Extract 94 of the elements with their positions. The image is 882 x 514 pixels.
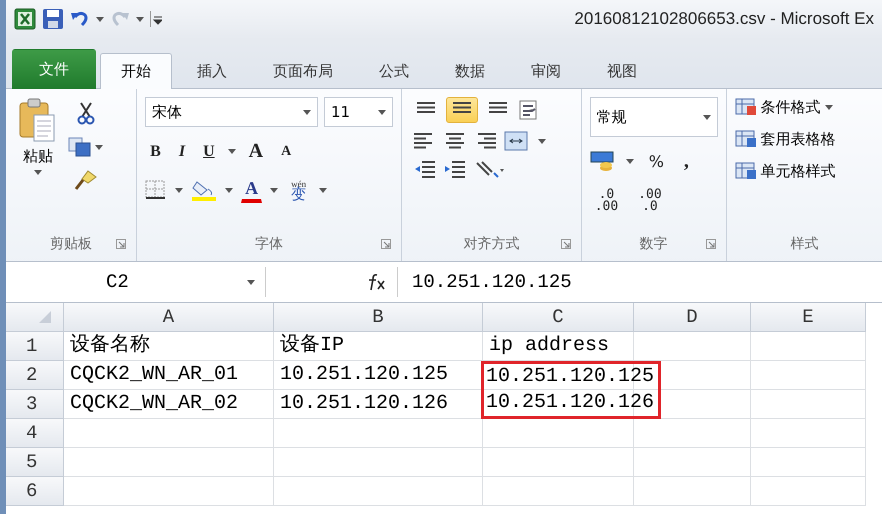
column-header[interactable]: D bbox=[634, 303, 751, 332]
currency-icon[interactable] bbox=[590, 150, 616, 174]
cell-text: 设备IP bbox=[279, 333, 346, 359]
dropdown-caret-icon bbox=[225, 188, 234, 192]
group-label: 字体 bbox=[255, 235, 284, 253]
decrease-indent-icon[interactable] bbox=[414, 159, 436, 179]
dropdown-caret-icon bbox=[228, 149, 236, 154]
styles-menu-item[interactable]: 套用表格格 bbox=[734, 129, 874, 149]
scissors-icon[interactable] bbox=[76, 101, 94, 125]
underline-button[interactable]: U bbox=[198, 140, 220, 164]
cell-text: 10.251.120.125 bbox=[279, 362, 450, 388]
styles-menu-item[interactable]: 单元格样式 bbox=[734, 161, 874, 181]
row-header[interactable]: 2 bbox=[6, 361, 64, 390]
increase-decimal-button[interactable]: .0 .00 bbox=[590, 186, 624, 216]
cell-text: ip address bbox=[488, 333, 610, 359]
table-style-icon bbox=[734, 161, 757, 181]
dropdown-caret-icon bbox=[136, 16, 144, 22]
cell-text: CQCK2_WN_AR_01 bbox=[69, 362, 240, 388]
font-color-button[interactable]: A bbox=[241, 177, 262, 203]
dialog-launcher-icon[interactable] bbox=[381, 239, 392, 249]
italic-button[interactable]: I bbox=[174, 140, 190, 164]
ribbon-tab[interactable]: 数据 bbox=[434, 53, 506, 89]
name-box[interactable]: C2 bbox=[6, 267, 266, 297]
comma-button[interactable]: , bbox=[678, 147, 694, 176]
styles-menu-item[interactable]: 条件格式 bbox=[734, 97, 874, 117]
dialog-launcher-icon[interactable] bbox=[706, 239, 716, 249]
increase-indent-icon[interactable] bbox=[444, 159, 466, 179]
customize-toolbar-icon[interactable] bbox=[150, 11, 162, 27]
ribbon-tab[interactable]: 页面布局 bbox=[252, 53, 354, 89]
formula-field[interactable]: 10.251.120.125 bbox=[398, 271, 882, 293]
ribbon-tab[interactable]: 插入 bbox=[176, 53, 248, 89]
shrink-font-button[interactable]: A bbox=[276, 140, 296, 162]
column-header[interactable]: B bbox=[274, 303, 483, 332]
align-center-icon[interactable] bbox=[444, 131, 466, 151]
highlighted-cell-text: 10.251.120.125 bbox=[481, 360, 662, 390]
dropdown-caret-icon bbox=[34, 170, 42, 175]
dropdown-caret-icon bbox=[824, 104, 833, 110]
spreadsheet-logo-icon[interactable] bbox=[14, 8, 36, 30]
dropdown-caret-icon bbox=[378, 110, 386, 114]
highlighted-cell-text: 10.251.120.126 bbox=[481, 390, 662, 418]
row-header[interactable]: 1 bbox=[6, 332, 64, 361]
font-size-field[interactable]: 11 bbox=[324, 97, 394, 127]
cell-text: 10.251.120.126 bbox=[279, 391, 450, 417]
ribbon-tab[interactable]: 视图 bbox=[586, 53, 658, 89]
column-header[interactable]: E bbox=[751, 303, 866, 332]
file-menu-tab[interactable]: 文件 bbox=[12, 49, 96, 89]
align-lines-icon bbox=[444, 131, 466, 151]
row-header[interactable]: 5 bbox=[6, 448, 64, 477]
corner-triangle-icon bbox=[38, 311, 50, 323]
dialog-launcher-icon[interactable] bbox=[560, 239, 571, 249]
window-title: 20160812102806653.csv - Microsoft Ex bbox=[574, 9, 874, 29]
column-header[interactable]: A bbox=[64, 303, 274, 332]
ribbon-tab[interactable]: 开始 bbox=[100, 53, 172, 89]
dropdown-caret-icon bbox=[302, 110, 311, 114]
dropdown-caret-icon bbox=[538, 138, 546, 144]
group-label: 数字 bbox=[640, 235, 668, 253]
ribbon-tab[interactable]: 审阅 bbox=[510, 53, 582, 89]
undo-icon[interactable] bbox=[70, 9, 90, 29]
dropdown-caret-icon bbox=[96, 16, 104, 22]
merge-cells-icon[interactable] bbox=[504, 131, 530, 151]
row-header[interactable]: 3 bbox=[6, 390, 64, 419]
grow-font-button[interactable]: A bbox=[244, 137, 268, 166]
dialog-launcher-icon[interactable] bbox=[116, 239, 126, 249]
format-painter-icon[interactable] bbox=[74, 169, 98, 191]
cell-text: CQCK2_WN_AR_02 bbox=[69, 391, 240, 417]
dropdown-caret-icon bbox=[247, 280, 255, 284]
text-orientation-icon[interactable] bbox=[474, 159, 504, 179]
phonetic-guide-button[interactable]: wén 变 bbox=[286, 176, 312, 204]
font-name-field[interactable]: 宋体 bbox=[145, 97, 318, 127]
ribbon-tab[interactable]: 公式 bbox=[358, 53, 430, 89]
borders-icon[interactable] bbox=[145, 180, 168, 200]
column-header[interactable]: C bbox=[483, 303, 634, 332]
row-header[interactable]: 4 bbox=[6, 419, 64, 448]
decrease-decimal-button[interactable]: .00 .0 bbox=[633, 186, 667, 216]
table-style-icon bbox=[734, 97, 757, 117]
group-label: 对齐方式 bbox=[463, 235, 520, 253]
save-icon[interactable] bbox=[42, 8, 64, 30]
paste-button[interactable]: 粘贴 bbox=[14, 97, 62, 227]
dropdown-caret-icon bbox=[270, 188, 278, 192]
dropdown-caret-icon bbox=[626, 159, 634, 164]
dropdown-caret-icon bbox=[319, 188, 328, 192]
number-format-field[interactable]: 常规 bbox=[590, 97, 718, 137]
group-label: 剪贴板 bbox=[50, 235, 92, 253]
percent-button[interactable]: % bbox=[644, 149, 669, 174]
row-header[interactable]: 6 bbox=[6, 477, 64, 506]
dropdown-caret-icon bbox=[702, 114, 711, 120]
vertical-align-button[interactable] bbox=[446, 97, 478, 123]
group-label: 样式 bbox=[790, 235, 818, 253]
cell-text: 设备名称 bbox=[69, 333, 151, 359]
dropdown-caret-icon bbox=[95, 144, 103, 150]
bold-button[interactable]: B bbox=[145, 140, 166, 164]
table-style-icon bbox=[734, 129, 757, 149]
copy-icon[interactable] bbox=[68, 137, 92, 157]
dropdown-caret-icon bbox=[175, 188, 184, 192]
